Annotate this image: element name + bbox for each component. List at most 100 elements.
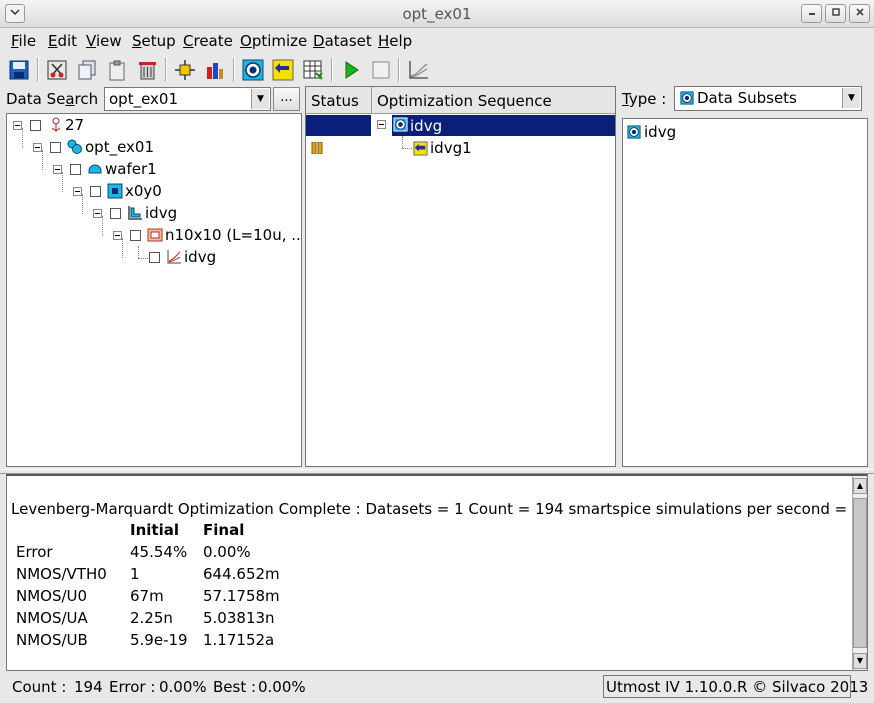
wafer-icon [87, 161, 103, 177]
log-param-initial: 1 [130, 565, 140, 583]
menu-view[interactable]: View [86, 32, 122, 50]
cut-button[interactable] [44, 57, 70, 83]
tree-checkbox[interactable] [110, 207, 121, 219]
dataset-tree: 27 opt_ex01 wafer1 x0y0 idvg n10x10 (L=1… [6, 113, 302, 467]
tree-checkbox[interactable] [30, 119, 41, 131]
menu-create[interactable]: Create [183, 32, 233, 50]
maximize-button[interactable] [825, 4, 846, 23]
stop-button[interactable] [368, 57, 394, 83]
chevron-down-icon[interactable]: ▼ [251, 89, 269, 109]
menu-dataset[interactable]: Dataset [313, 32, 372, 50]
target-icon [393, 117, 408, 136]
log-param-name: NMOS/UB [16, 631, 88, 649]
target-button[interactable] [240, 57, 266, 83]
close-button[interactable] [849, 4, 870, 23]
log-param-initial: 5.9e-19 [130, 631, 188, 649]
menu-setup-rest: etup [141, 32, 176, 50]
scroll-down-icon[interactable]: ▼ [853, 653, 867, 669]
transfer-icon [412, 140, 428, 156]
save-button[interactable] [6, 57, 32, 83]
expander-icon[interactable] [73, 186, 82, 196]
spreadsheet-button[interactable] [300, 57, 326, 83]
data-search-value: opt_ex01 [109, 90, 179, 108]
library-icon [207, 63, 223, 79]
best-label: Best : [213, 678, 257, 696]
paste-icon [109, 60, 125, 81]
stop-icon [372, 61, 390, 79]
die-icon [107, 183, 123, 199]
browse-button[interactable]: ... [273, 87, 300, 111]
count-value: 194 [74, 678, 103, 696]
target-icon [680, 91, 694, 109]
save-icon [9, 60, 29, 80]
tree-node-user[interactable]: 27 [13, 115, 84, 135]
expander-icon[interactable] [53, 164, 62, 174]
log-param-name: NMOS/VTH0 [16, 565, 107, 583]
status-column-header[interactable]: Status [306, 87, 372, 114]
tree-node-die[interactable]: x0y0 [73, 181, 162, 201]
tree-node-device[interactable]: n10x10 (L=10u, ... [113, 225, 302, 245]
menu-edit[interactable]: Edit [48, 32, 77, 50]
transfer-icon [272, 59, 294, 81]
plot-button[interactable] [405, 57, 431, 83]
tree-label: wafer1 [105, 160, 157, 178]
paste-button[interactable] [104, 57, 130, 83]
list-item[interactable]: idvg [626, 122, 676, 142]
expander-icon[interactable] [13, 120, 22, 130]
log-summary: Levenberg-Marquardt Optimization Complet… [11, 500, 868, 518]
run-icon [345, 61, 359, 79]
menu-edit-rest: dit [57, 32, 78, 50]
sequence-row-idvg1[interactable]: idvg1 [412, 138, 472, 158]
toolbar-separator [37, 58, 39, 82]
log-param-initial: 67m [130, 587, 164, 605]
tree-node-project[interactable]: opt_ex01 [33, 137, 154, 157]
menu-help[interactable]: Help [378, 32, 412, 50]
expander-icon[interactable] [113, 230, 122, 240]
menu-optimize[interactable]: Optimize [240, 32, 307, 50]
log-panel: Levenberg-Marquardt Optimization Complet… [6, 474, 868, 671]
expander-icon[interactable] [377, 120, 386, 129]
menu-setup[interactable]: Setup [132, 32, 176, 50]
transfer-button[interactable] [270, 57, 296, 83]
tree-checkbox[interactable] [130, 229, 141, 241]
model-button[interactable] [172, 57, 198, 83]
close-icon [855, 8, 864, 16]
minimize-button[interactable] [801, 4, 822, 23]
device-icon [147, 227, 163, 243]
scroll-up-icon[interactable]: ▲ [853, 478, 867, 494]
data-search-combo[interactable]: opt_ex01 ▼ [104, 87, 271, 111]
toolbar-separator [233, 58, 235, 82]
tree-node-wafer[interactable]: wafer1 [53, 159, 157, 179]
data-search-label: Data Search : [6, 90, 108, 108]
sequence-label: idvg [410, 117, 443, 135]
menu-file[interactable]: File [11, 32, 36, 50]
sequence-row-idvg[interactable]: idvg [372, 115, 615, 136]
optimization-sequence-panel: Status Optimization Sequence idvg idvg1 [305, 86, 616, 467]
tree-label: n10x10 (L=10u, ... [165, 226, 302, 244]
tree-checkbox[interactable] [50, 141, 61, 153]
scrollbar-thumb[interactable] [853, 498, 867, 648]
tree-node-setup[interactable]: idvg [93, 203, 177, 223]
chevron-down-icon[interactable]: ▼ [842, 88, 860, 108]
plot-icon [409, 61, 428, 79]
error-label: Error : [109, 678, 156, 696]
library-button[interactable] [202, 57, 228, 83]
tree-checkbox[interactable] [149, 251, 160, 263]
tree-checkbox[interactable] [70, 163, 81, 175]
tree-label: idvg [145, 204, 178, 222]
type-combo[interactable]: Data Subsets ▼ [674, 86, 862, 111]
tree-node-curve[interactable]: idvg [149, 247, 216, 267]
type-value: Data Subsets [697, 89, 797, 107]
menu-file-rest: ile [18, 32, 37, 50]
log-scrollbar[interactable]: ▲ ▼ [852, 476, 867, 670]
copy-button[interactable] [74, 57, 100, 83]
sequence-column-header[interactable]: Optimization Sequence [372, 87, 615, 114]
expander-icon[interactable] [33, 142, 42, 152]
expander-icon[interactable] [93, 208, 102, 218]
run-button[interactable] [338, 57, 364, 83]
tree-label: 27 [65, 116, 85, 134]
status-cell-selected[interactable] [306, 115, 371, 136]
delete-button[interactable] [134, 57, 160, 83]
maximize-icon [831, 8, 840, 16]
tree-checkbox[interactable] [90, 185, 101, 197]
